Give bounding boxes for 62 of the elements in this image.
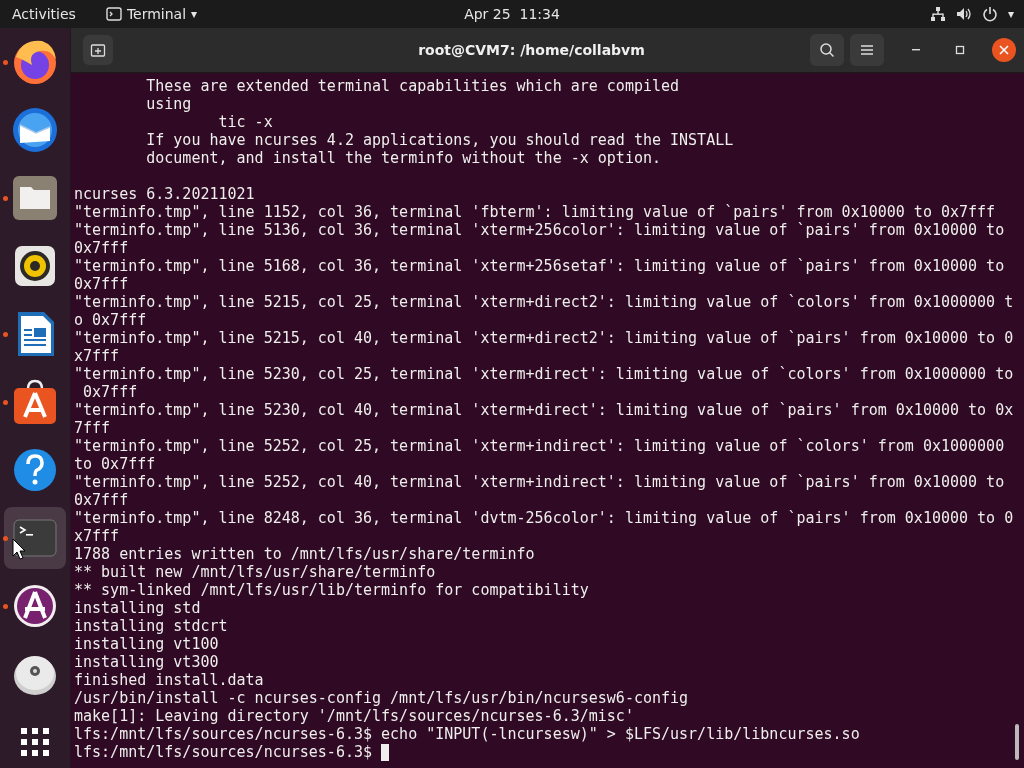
terminal-line: x7fff <box>74 347 121 365</box>
dock-button[interactable] <box>4 507 66 569</box>
shell-prompt: lfs:/mnt/lfs/sources/ncurses-6.3$ <box>74 743 373 761</box>
terminal-line: "terminfo.tmp", line 5168, col 36, terminal 'xterm+256setaf': limiting value of `pairs' from 0x10000 to <box>74 257 1006 275</box>
terminal-line: o 0x7fff <box>74 311 148 329</box>
terminal-line: ncurses 6.3.20211021 <box>74 185 256 203</box>
activities-button[interactable]: Activities <box>12 6 76 22</box>
search-icon <box>819 42 835 58</box>
clock[interactable]: Apr 25 11:34 <box>464 6 560 22</box>
terminal-line: "terminfo.tmp", line 5252, col 40, terminal 'xterm+indirect': limiting value of `pairs' from 0x10000 to <box>74 473 1006 491</box>
new-tab-icon <box>90 42 106 58</box>
volume-icon[interactable] <box>955 6 972 22</box>
terminal-line: "terminfo.tmp", line 1152, col 36, terminal 'fbterm': limiting value of `pairs' from 0x10000 to 0x7fff <box>74 203 997 221</box>
terminal-line: "terminfo.tmp", line 5230, col 25, terminal 'xterm+direct': limiting value of `colors' from 0x1000000 to <box>74 365 1015 383</box>
terminal-line: 0x7fff <box>74 275 130 293</box>
close-button[interactable] <box>992 38 1016 62</box>
mail-icon <box>10 105 60 155</box>
terminal-line: installing std <box>74 599 202 617</box>
terminal-line: If you have ncurses 4.2 applications, you should read the INSTALL <box>145 131 735 149</box>
minimize-icon <box>912 49 920 51</box>
menu-button[interactable] <box>850 34 884 66</box>
terminal-line: installing stdcrt <box>74 617 229 635</box>
scrollbar-thumb[interactable] <box>1015 724 1019 760</box>
terminal-line: These are extended terminal capabilities which are compiled <box>145 77 681 95</box>
terminal-line: "terminfo.tmp", line 5230, col 40, terminal 'xterm+direct': limiting value of `pairs' from 0x10000 to 0x <box>74 401 1015 419</box>
terminal-line: ** sym-linked /mnt/lfs/usr/lib/terminfo for compatibility <box>74 581 590 599</box>
terminal-line: installing vt100 <box>74 635 220 653</box>
window-title: root@CVM7: /home/collabvm <box>417 42 646 58</box>
terminal-line: x7fff <box>74 527 121 545</box>
terminal-line: make[1]: Leaving directory '/mnt/lfs/sources/ncurses-6.3/misc' <box>74 707 635 725</box>
text-cursor <box>381 743 390 761</box>
power-icon[interactable] <box>981 6 998 22</box>
terminal-line: to 0x7fff <box>74 455 157 473</box>
terminal-line: installing vt300 <box>74 653 220 671</box>
terminal-line: 7fff <box>74 419 112 437</box>
terminal-line: 1788 entries written to /mnt/lfs/usr/share/terminfo <box>74 545 536 563</box>
terminal-line: using <box>145 95 193 113</box>
search-button[interactable] <box>810 34 844 66</box>
maximize-icon <box>955 45 965 55</box>
menu-icon <box>860 44 874 56</box>
terminal-line: tic -x <box>217 113 274 131</box>
terminal-line: lfs:/mnt/lfs/sources/ncurses-6.3$ echo "INPUT(-lncursesw)" > $LFS/usr/lib/libncurses.so <box>74 725 861 743</box>
terminal-line: "terminfo.tmp", line 5136, col 36, terminal 'xterm+256color': limiting value of `pairs' from 0x10000 to <box>74 221 1006 239</box>
terminal-icon <box>105 7 122 21</box>
network-icon[interactable] <box>929 6 946 22</box>
terminal-line: "terminfo.tmp", line 8248, col 36, terminal 'dvtm-256color': limiting value of `pairs' from 0x10000 to 0 <box>74 509 1015 527</box>
terminal-line: 0x7fff <box>74 491 130 509</box>
mouse-pointer-icon <box>12 538 26 560</box>
folder-icon <box>10 173 60 223</box>
new-tab-button[interactable] <box>83 35 113 65</box>
terminal-line: document, and install the terminfo without the -x option. <box>145 149 662 167</box>
close-icon <box>999 45 1009 55</box>
terminal-line: ** built new /mnt/lfs/usr/share/terminfo <box>74 563 437 581</box>
system-menu-caret[interactable]: ▾ <box>1007 7 1014 21</box>
terminal-line: finished install.data <box>74 671 265 689</box>
terminal-line: "terminfo.tmp", line 5215, col 40, terminal 'xterm+direct2': limiting value of `pairs' from 0x10000 to 0 <box>74 329 1015 347</box>
app-menu[interactable]: Terminal ▾ <box>105 6 198 22</box>
terminal-line: "terminfo.tmp", line 5252, col 25, terminal 'xterm+indirect': limiting value of `colors' from 0x1000000 <box>74 437 1006 455</box>
terminal-line: 0x7fff <box>82 383 139 401</box>
terminal-line: 0x7fff <box>74 239 130 257</box>
terminal-line: /usr/bin/install -c ncurses-config /mnt/lfs/usr/bin/ncursesw6-config <box>74 689 690 707</box>
terminal-line: "terminfo.tmp", line 5215, col 25, terminal 'xterm+direct2': limiting value of `colors' from 0x1000000 t <box>74 293 1015 311</box>
